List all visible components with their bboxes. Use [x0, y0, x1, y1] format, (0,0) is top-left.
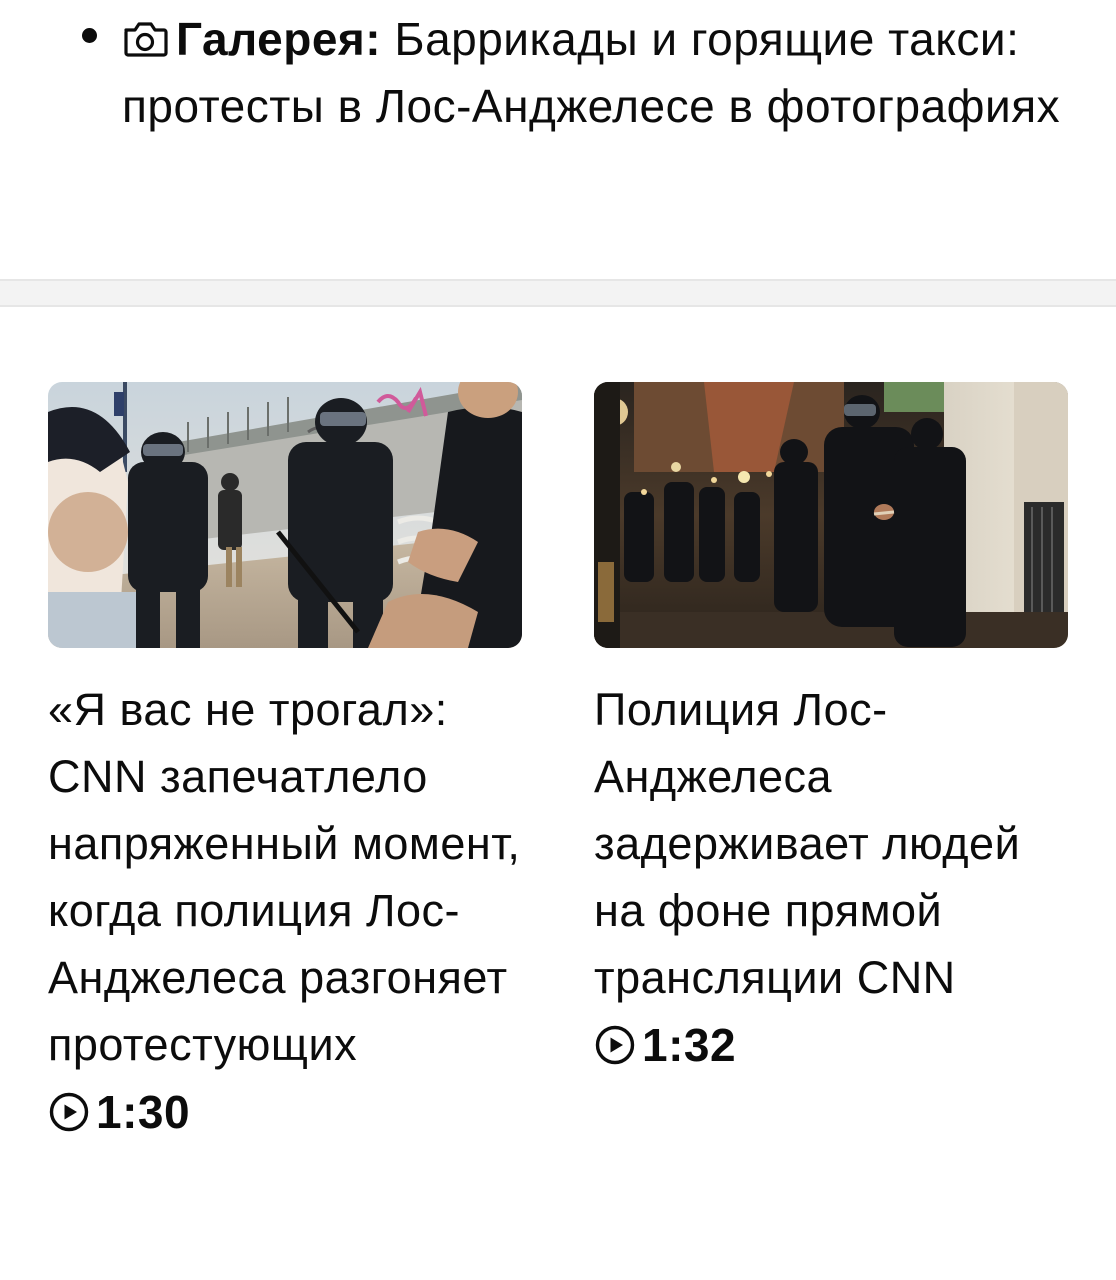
bullet-dot: [82, 28, 97, 43]
video-duration: 1:32: [594, 1011, 1068, 1078]
play-circle-icon: [595, 1025, 635, 1064]
gallery-link[interactable]: Галерея: Баррикады и горящие такси: прот…: [122, 6, 1062, 140]
duration-text: 1:30: [96, 1085, 191, 1138]
video-title[interactable]: Полиция Лос-Анджелеса задерживает людей …: [594, 676, 1068, 1011]
video-title[interactable]: «Я вас не трогал»: CNN запечатлело напря…: [48, 676, 522, 1078]
duration-text: 1:32: [642, 1018, 737, 1071]
section-divider: [0, 279, 1116, 307]
video-thumbnail[interactable]: [48, 382, 522, 648]
video-duration: 1:30: [48, 1078, 522, 1145]
video-card[interactable]: «Я вас не трогал»: CNN запечатлело напря…: [48, 382, 522, 1145]
gallery-label: Галерея:: [176, 13, 382, 65]
video-card[interactable]: Полиция Лос-Анджелеса задерживает людей …: [594, 382, 1068, 1078]
gallery-list-item[interactable]: Галерея: Баррикады и горящие такси: прот…: [0, 0, 1116, 280]
video-thumbnail[interactable]: [594, 382, 1068, 648]
play-circle-icon: [49, 1092, 89, 1131]
camera-icon: [124, 22, 168, 57]
